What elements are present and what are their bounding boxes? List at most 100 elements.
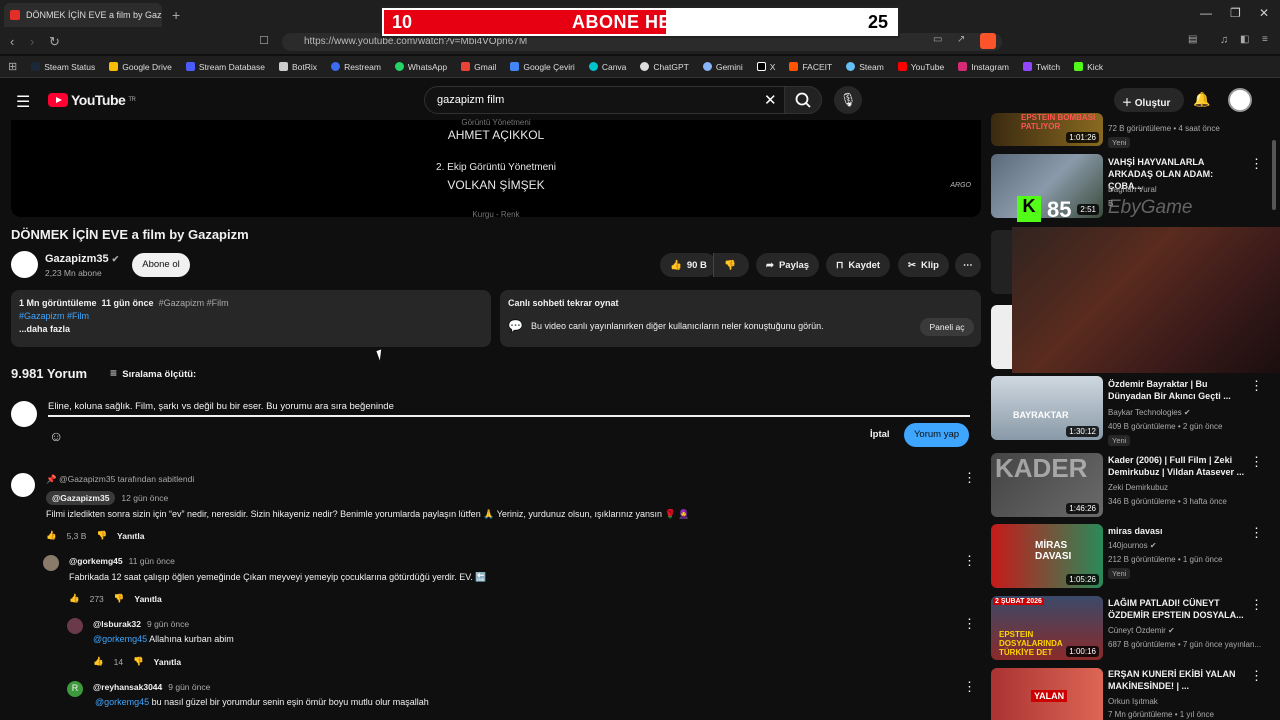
like-icon[interactable]: 👍 (69, 593, 80, 604)
comment-mention[interactable]: @gorkemg45 (95, 697, 149, 707)
video-menu-icon[interactable]: ⋮ (1250, 156, 1263, 172)
channel-name[interactable]: Cüneyt Özdemir ✔ (1108, 626, 1175, 635)
search-input[interactable]: gazapizm film (424, 86, 822, 114)
reply-button[interactable]: Yanıtla (134, 594, 161, 604)
brave-shield-icon[interactable] (980, 33, 996, 49)
comment-author[interactable]: @gorkemg45 (69, 556, 123, 566)
back-icon[interactable]: ‹ (10, 34, 14, 49)
sidebar-icon[interactable]: ◧ (1240, 34, 1249, 45)
clear-search-icon[interactable]: ✕ (764, 91, 777, 109)
comment-time[interactable]: 9 gün önce (147, 619, 189, 629)
dislike-icon[interactable]: 👎 (96, 530, 107, 541)
post-comment-button[interactable]: Yorum yap (904, 423, 969, 447)
save-button[interactable]: ⊓ Kaydet (826, 253, 891, 277)
menu-icon[interactable]: ≡ (1262, 34, 1268, 45)
channel-name[interactable]: Orkun Işıtmak (1108, 697, 1158, 706)
bookmark-item[interactable]: Gemini (702, 62, 743, 72)
voice-search-button[interactable]: 🎙 (834, 86, 862, 114)
browser-tab[interactable]: DÖNMEK İÇİN EVE a film by Gaz ✕ (4, 3, 162, 27)
clip-button[interactable]: ✂ Klip (898, 253, 949, 277)
bookmark-item[interactable]: Restream (331, 62, 381, 72)
channel-avatar[interactable] (11, 251, 38, 278)
sort-comments-button[interactable]: ≡ Sıralama ölçütü: (110, 366, 196, 380)
video-menu-icon[interactable]: ⋮ (1250, 454, 1263, 470)
media-icon[interactable]: ♫ (1220, 34, 1228, 46)
like-icon[interactable]: 👍 (93, 656, 104, 667)
bookmark-item[interactable]: YouTube (897, 62, 944, 72)
description-box[interactable]: 1 Mn görüntüleme 11 gün önce #Gazapizm #… (11, 290, 491, 347)
video-menu-icon[interactable]: ⋮ (1250, 525, 1263, 541)
comment-avatar[interactable] (67, 618, 83, 634)
video-thumbnail[interactable]: 2 ŞUBAT 2026 EPSTEIN DOSYALARINDA TÜRKİY… (991, 596, 1103, 660)
youtube-logo[interactable]: YouTube TR (48, 92, 136, 108)
bookmark-item[interactable]: Gmail (461, 62, 496, 72)
comment-menu-icon[interactable]: ⋮ (963, 553, 976, 569)
bookmark-item[interactable]: Google Çeviri (510, 62, 575, 72)
channel-name[interactable]: Dağhan Vural (1108, 185, 1157, 194)
bookmark-item[interactable]: Stream Database (185, 62, 265, 72)
comment-time[interactable]: 9 gün önce (168, 682, 210, 692)
share-button[interactable]: ➦ Paylaş (756, 253, 820, 277)
comment-avatar[interactable] (11, 473, 35, 497)
bookmark-item[interactable]: X (756, 62, 775, 72)
video-title[interactable]: ERŞAN KUNERİ EKİBİ YALAN MAKİNESİNDE! | … (1108, 668, 1248, 692)
search-button[interactable] (784, 86, 822, 114)
video-menu-icon[interactable]: ⋮ (1250, 378, 1263, 394)
video-menu-icon[interactable]: ⋮ (1250, 668, 1263, 684)
close-window-icon[interactable]: ✕ (1259, 6, 1269, 20)
comment-avatar[interactable]: R (67, 681, 83, 697)
comment-time[interactable]: 11 gün önce (129, 556, 175, 566)
bookmark-icon[interactable]: ☐ (259, 34, 269, 47)
create-button[interactable]: ＋ Oluştur (1114, 88, 1184, 112)
open-chat-panel-button[interactable]: Paneli aç (920, 318, 974, 336)
show-more-link[interactable]: ...daha fazla (19, 324, 483, 334)
video-title[interactable]: LAĞIM PATLADI! CÜNEYT ÖZDEMİR EPSTEIN DO… (1108, 597, 1248, 621)
dislike-icon[interactable]: 👎 (114, 593, 125, 604)
reply-button[interactable]: Yanıtla (117, 531, 144, 541)
video-title[interactable]: miras davası (1108, 525, 1248, 537)
channel-name[interactable]: Gazapizm35 ✔ (45, 253, 119, 265)
like-icon[interactable]: 👍 (46, 530, 57, 541)
video-thumbnail[interactable]: YALAN (991, 668, 1103, 720)
comment-time[interactable]: 12 gün önce (121, 493, 168, 503)
apps-grid-icon[interactable]: ⊞ (8, 60, 17, 73)
video-title[interactable]: Özdemir Bayraktar | Bu Dünyadan Bir Akın… (1108, 378, 1248, 402)
video-player[interactable]: Görüntü Yönetmeni AHMET AÇIKKOL 2. Ekip … (11, 118, 981, 219)
video-thumbnail[interactable]: BAYRAKTAR 1:30:12 (991, 376, 1103, 440)
comment-mention[interactable]: @gorkemg45 (93, 634, 147, 644)
comment-menu-icon[interactable]: ⋮ (963, 470, 976, 486)
subscribe-button[interactable]: Abone ol (132, 253, 190, 277)
maximize-icon[interactable]: ❐ (1230, 6, 1241, 20)
comment-menu-icon[interactable]: ⋮ (963, 616, 976, 632)
reader-icon[interactable]: ▤ (1188, 34, 1197, 45)
video-thumbnail[interactable]: EPSTEIN BOMBASI PATLIYOR 1:01:26 (991, 113, 1103, 146)
new-tab-button[interactable]: + (172, 7, 180, 23)
bookmark-item[interactable]: Steam Status (31, 62, 95, 72)
emoji-icon[interactable]: ☺ (49, 428, 63, 444)
reload-icon[interactable]: ↻ (49, 34, 60, 50)
minimize-icon[interactable]: — (1200, 6, 1212, 20)
more-actions-button[interactable]: ⋯ (955, 253, 981, 277)
channel-name[interactable]: Baykar Technologies ✔ (1108, 408, 1191, 417)
comment-input[interactable]: Eline, koluna sağlık. Film, şarkı vs değ… (48, 401, 970, 417)
bookmark-item[interactable]: BotRix (279, 62, 317, 72)
scrollbar-thumb[interactable] (1272, 140, 1276, 210)
account-avatar[interactable] (1228, 88, 1252, 112)
bookmark-item[interactable]: Google Drive (109, 62, 172, 72)
dislike-button[interactable]: 👎 (713, 253, 749, 277)
channel-name[interactable]: Zeki Demirkubuz (1108, 483, 1168, 492)
cancel-button[interactable]: İptal (870, 429, 890, 440)
bookmark-item[interactable]: FACEIT (789, 62, 832, 72)
bookmark-item[interactable]: Twitch (1023, 62, 1060, 72)
bookmark-item[interactable]: Canva (588, 62, 626, 72)
comment-avatar[interactable] (43, 555, 59, 571)
hamburger-menu-icon[interactable]: ☰ (16, 92, 30, 112)
bookmark-item[interactable]: Instagram (958, 62, 1009, 72)
comment-author[interactable]: @Gazapizm35 (46, 491, 116, 505)
forward-icon[interactable]: › (30, 34, 34, 49)
like-button[interactable]: 👍 90 B (660, 253, 717, 277)
video-thumbnail[interactable]: KADER 1:46:26 (991, 453, 1103, 517)
reply-button[interactable]: Yanıtla (154, 657, 181, 667)
channel-name[interactable]: 140journos ✔ (1108, 541, 1157, 550)
bookmark-item[interactable]: ChatGPT (640, 62, 689, 72)
